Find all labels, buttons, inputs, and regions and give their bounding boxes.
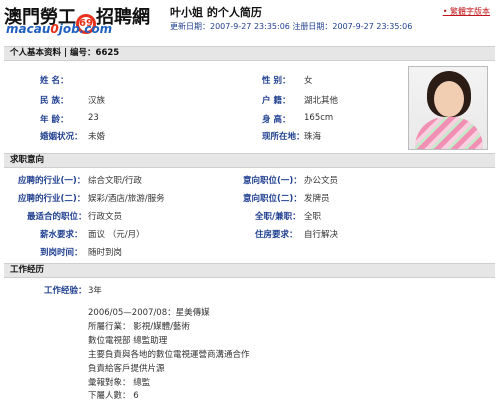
- ethnic-label: 民 族：: [40, 96, 69, 106]
- experience-line: 所屬行業： 影視/媒體/藝術: [88, 322, 190, 332]
- gender-label: 性 别：: [262, 76, 291, 86]
- position-2-value: 发牌员: [304, 194, 330, 204]
- best-position-value: 行政文员: [88, 212, 123, 222]
- experience-years-label: 工作经验：: [44, 286, 87, 296]
- location-value: 珠海: [304, 132, 322, 142]
- ethnic-value: 汉族: [88, 96, 106, 106]
- experience-line: 2006/05—2007/08：星美傳媒: [88, 308, 210, 318]
- marital-label: 婚姻状况：: [40, 132, 83, 142]
- industry-2-value: 娱彩/酒店/旅游/服务: [88, 194, 165, 204]
- salary-value: 面议 （元/月）: [88, 230, 145, 240]
- update-dates: 更新日期：2007-9-27 23:35:06 注册日期：2007-9-27 2…: [170, 22, 413, 31]
- age-label: 年 龄：: [40, 115, 69, 125]
- job-intent-header: 求职意向: [4, 153, 495, 168]
- hukou-value: 湖北其他: [304, 96, 339, 106]
- experience-line: 彙報對象： 總監: [88, 378, 151, 388]
- housing-value: 自行解决: [304, 230, 339, 240]
- basic-info-header: 个人基本资料 | 编号：6625: [4, 46, 495, 61]
- experience-line: 數位電視部 總監助理: [88, 336, 168, 346]
- industry-1-value: 综合文职/行政: [88, 176, 142, 186]
- age-value: 23: [88, 113, 99, 123]
- traditional-chinese-link[interactable]: • 繁體字版本: [443, 6, 490, 17]
- location-label: 现所在地：: [262, 132, 305, 142]
- hukou-label: 户 籍：: [262, 96, 291, 106]
- height-value: 165cm: [304, 113, 334, 123]
- marital-value: 未婚: [88, 132, 106, 142]
- height-label: 身 高：: [262, 115, 291, 125]
- industry-2-label: 应聘的行业(二)：: [18, 194, 86, 204]
- work-experience-header: 工作经历: [4, 263, 495, 278]
- experience-line: 下屬人數： 6: [88, 391, 139, 400]
- housing-label: 住房要求：: [255, 230, 298, 240]
- experience-line: 負責給客戶提供片源: [88, 364, 165, 374]
- arrival-label: 到岗时间：: [40, 248, 83, 258]
- site-header: 澳門勞工 69 招聘網 macau0job.com 叶小姐 的个人简历 更新日期：2…: [0, 0, 500, 40]
- profile-photo: [408, 66, 488, 150]
- position-1-label: 意向职位(一)：: [243, 176, 302, 186]
- logo-domain: macau0job.com: [6, 22, 113, 36]
- bullet-icon: •: [442, 7, 448, 16]
- position-1-value: 办公文员: [304, 176, 339, 186]
- gender-value: 女: [304, 76, 313, 86]
- employment-type-value: 全职: [304, 212, 322, 222]
- experience-years-value: 3年: [88, 286, 102, 296]
- page-title: 叶小姐 的个人简历: [170, 6, 262, 19]
- best-position-label: 最适合的职位：: [27, 212, 87, 222]
- name-label: 姓 名：: [40, 76, 69, 86]
- salary-label: 薪水要求：: [40, 230, 83, 240]
- employment-type-label: 全职/兼职：: [255, 212, 301, 222]
- position-2-label: 意向职位(二)：: [243, 194, 302, 204]
- arrival-value: 随时到岗: [88, 248, 123, 258]
- industry-1-label: 应聘的行业(一)：: [18, 176, 86, 186]
- experience-line: 主要負責與各地的數位電視運營商溝通合作: [88, 350, 250, 360]
